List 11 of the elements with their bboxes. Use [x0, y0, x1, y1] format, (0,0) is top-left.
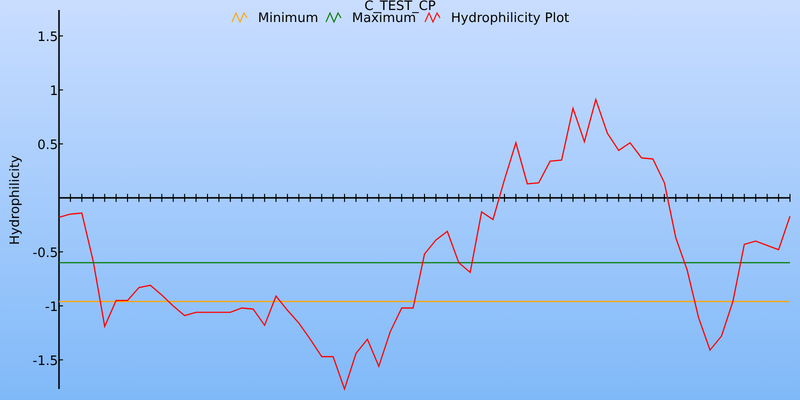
- y-tick-label: 1: [50, 84, 58, 99]
- y-axis-title: Hydrophilicity: [8, 155, 23, 245]
- legend-label: Maximum: [352, 11, 416, 26]
- y-tick-label: -0.5: [32, 246, 58, 261]
- legend-label: Hydrophilicity Plot: [451, 11, 570, 26]
- y-tick-label: -1: [45, 300, 58, 315]
- y-tick-label: 0.5: [37, 138, 58, 153]
- chart-title: C_TEST_CP: [364, 0, 436, 14]
- y-tick-label: -1.5: [32, 354, 58, 369]
- legend-label: Minimum: [258, 11, 318, 26]
- y-tick-label: 1.5: [37, 30, 58, 45]
